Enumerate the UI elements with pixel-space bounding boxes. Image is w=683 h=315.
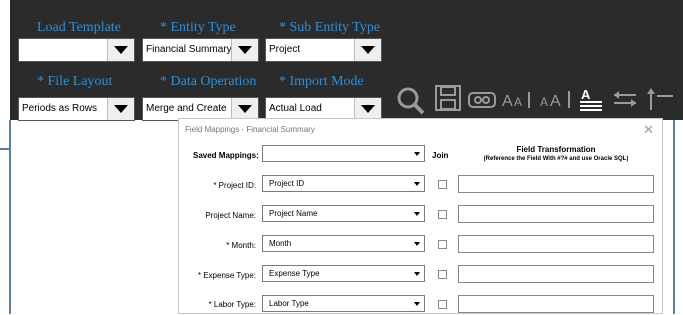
sub-entity-type-select[interactable]: Project <box>265 38 382 62</box>
labor-type-join-checkbox[interactable] <box>438 300 447 309</box>
chevron-down-icon[interactable] <box>354 98 381 120</box>
project-id-label: * Project ID: <box>213 181 256 190</box>
font-size-decrease-icon[interactable]: AA <box>502 88 532 115</box>
font-size-increase-icon[interactable]: AA <box>540 88 572 115</box>
month-value: Month <box>269 239 292 248</box>
expense-type-join-checkbox[interactable] <box>438 270 447 279</box>
panel-right-border <box>673 120 675 314</box>
expense-type-value: Expense Type <box>269 269 320 278</box>
month-transformation-input[interactable] <box>458 235 654 253</box>
chevron-down-icon[interactable] <box>231 39 258 61</box>
chevron-down-icon[interactable] <box>412 267 422 280</box>
entity-type-label: * Entity Type <box>160 20 236 35</box>
expense-type-label: * Expense Type: <box>197 271 256 280</box>
panel-connector-line <box>0 148 10 150</box>
svg-text:A: A <box>540 95 548 109</box>
project-name-label: Project Name: <box>205 211 256 220</box>
file-layout-select[interactable]: Periods as Rows <box>18 97 135 121</box>
labor-type-label: * Labor Type: <box>208 300 256 309</box>
month-select[interactable]: Month <box>262 235 425 252</box>
expense-type-transformation-input[interactable] <box>458 265 654 283</box>
chevron-down-icon[interactable] <box>231 98 258 120</box>
dialog-title: Field Mappings - Financial Summary <box>185 125 315 134</box>
load-template-select[interactable] <box>18 38 135 62</box>
svg-text:A: A <box>502 93 513 110</box>
import-mode-label: * Import Mode <box>279 74 364 89</box>
project-id-select[interactable]: Project ID <box>262 175 425 192</box>
labor-type-select[interactable]: Labor Type <box>262 295 425 312</box>
arrows-icon[interactable] <box>612 88 638 115</box>
join-column-header: Join <box>432 151 449 160</box>
field-transformation-subtitle: (Reference the Field With #?# and use Or… <box>483 156 629 162</box>
saved-mappings-select[interactable] <box>262 145 425 162</box>
search-icon[interactable] <box>396 86 426 121</box>
import-mode-value: Actual Load <box>269 103 322 114</box>
data-operation-label: * Data Operation <box>160 74 257 89</box>
close-icon[interactable]: ✕ <box>643 122 654 138</box>
file-layout-value: Periods as Rows <box>22 103 98 114</box>
entity-type-select[interactable]: Financial Summary <box>142 38 259 62</box>
svg-text:A: A <box>550 93 561 110</box>
project-name-join-checkbox[interactable] <box>438 210 447 219</box>
entity-type-value: Financial Summary <box>146 44 232 55</box>
chevron-down-icon[interactable] <box>412 237 422 250</box>
chevron-down-icon[interactable] <box>107 98 134 120</box>
chevron-down-icon[interactable] <box>354 39 381 61</box>
load-template-label: Load Template <box>37 20 121 35</box>
chevron-down-icon[interactable] <box>412 207 422 220</box>
saved-mappings-label: Saved Mappings: <box>193 151 259 160</box>
project-id-join-checkbox[interactable] <box>438 180 447 189</box>
chevron-down-icon[interactable] <box>412 297 422 310</box>
preview-icon[interactable] <box>468 92 496 113</box>
sub-entity-type-label: * Sub Entity Type <box>279 20 381 35</box>
arrow-up-icon[interactable] <box>645 86 675 117</box>
sub-entity-type-value: Project <box>269 44 301 55</box>
project-name-transformation-input[interactable] <box>458 205 654 223</box>
project-id-transformation-input[interactable] <box>458 175 654 193</box>
labor-type-transformation-input[interactable] <box>458 295 654 313</box>
chevron-down-icon[interactable] <box>412 147 422 160</box>
svg-text:A: A <box>581 87 591 102</box>
chevron-down-icon[interactable] <box>107 39 134 61</box>
field-mappings-dialog: Field Mappings - Financial Summary ✕ Sav… <box>178 118 663 314</box>
field-transformation-title: Field Transformation <box>516 145 596 154</box>
month-join-checkbox[interactable] <box>438 240 447 249</box>
expense-type-select[interactable]: Expense Type <box>262 265 425 282</box>
svg-text:A: A <box>514 95 522 109</box>
project-id-value: Project ID <box>269 179 305 188</box>
chevron-down-icon[interactable] <box>412 177 422 190</box>
month-label: * Month: <box>226 241 256 250</box>
text-align-icon[interactable]: A <box>578 86 604 117</box>
file-layout-label: * File Layout <box>37 74 113 89</box>
project-name-select[interactable]: Project Name <box>262 205 425 222</box>
data-operation-value: Merge and Create <box>146 103 227 114</box>
save-icon[interactable] <box>434 84 462 117</box>
project-name-value: Project Name <box>269 209 318 218</box>
labor-type-value: Labor Type <box>269 299 309 308</box>
